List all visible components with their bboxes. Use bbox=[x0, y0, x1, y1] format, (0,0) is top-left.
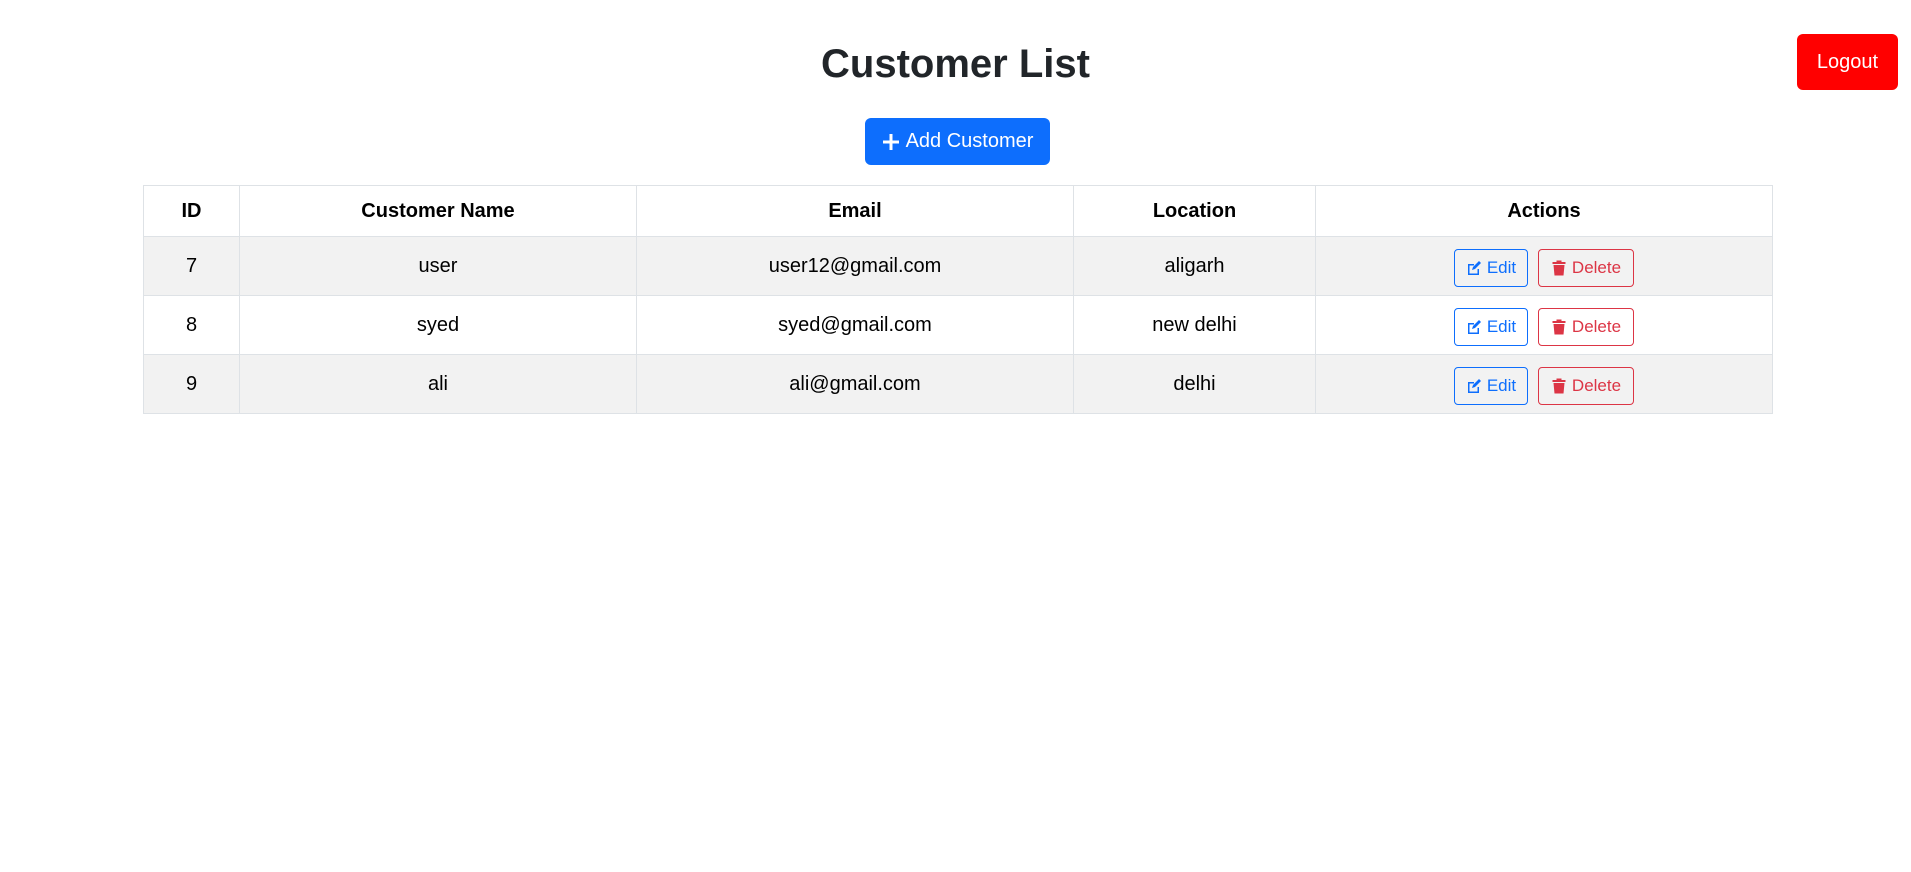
add-customer-button[interactable]: Add Customer bbox=[865, 118, 1050, 165]
delete-button[interactable]: Delete bbox=[1538, 249, 1634, 287]
column-header-id: ID bbox=[143, 185, 240, 237]
delete-label: Delete bbox=[1571, 376, 1622, 395]
column-header-actions: Actions bbox=[1315, 185, 1773, 237]
cell-location: aligarh bbox=[1073, 236, 1316, 296]
edit-button[interactable]: Edit bbox=[1454, 249, 1528, 287]
cell-actions: Edit Delete bbox=[1315, 354, 1773, 414]
edit-icon bbox=[1466, 378, 1482, 394]
cell-email: user12@gmail.com bbox=[636, 236, 1074, 296]
table-row: 9 ali ali@gmail.com delhi Edit Delete bbox=[143, 354, 1773, 414]
cell-email: ali@gmail.com bbox=[636, 354, 1074, 414]
table-header-row: ID Customer Name Email Location Actions bbox=[143, 185, 1773, 237]
delete-label: Delete bbox=[1571, 317, 1622, 336]
trash-icon bbox=[1551, 378, 1567, 394]
page-title: Customer List bbox=[821, 42, 1090, 86]
edit-button[interactable]: Edit bbox=[1454, 367, 1528, 405]
cell-customer-name: syed bbox=[239, 295, 637, 355]
cell-id: 9 bbox=[143, 354, 240, 414]
edit-button[interactable]: Edit bbox=[1454, 308, 1528, 346]
customer-table: ID Customer Name Email Location Actions … bbox=[143, 185, 1773, 414]
edit-label: Edit bbox=[1486, 376, 1517, 395]
column-header-customer-name: Customer Name bbox=[239, 185, 637, 237]
add-customer-label: Add Customer bbox=[905, 130, 1034, 152]
edit-icon bbox=[1466, 319, 1482, 335]
edit-label: Edit bbox=[1486, 258, 1517, 277]
page: Logout Customer List Add Customer ID Cus bbox=[0, 0, 1911, 872]
trash-icon bbox=[1551, 319, 1567, 335]
cell-id: 7 bbox=[143, 236, 240, 296]
cell-customer-name: user bbox=[239, 236, 637, 296]
column-header-location: Location bbox=[1073, 185, 1316, 237]
table-row: 7 user user12@gmail.com aligarh Edit Del… bbox=[143, 236, 1773, 296]
delete-button[interactable]: Delete bbox=[1538, 308, 1634, 346]
plus-icon bbox=[882, 133, 900, 151]
cell-email: syed@gmail.com bbox=[636, 295, 1074, 355]
cell-location: delhi bbox=[1073, 354, 1316, 414]
delete-button[interactable]: Delete bbox=[1538, 367, 1634, 405]
cell-actions: Edit Delete bbox=[1315, 295, 1773, 355]
trash-icon bbox=[1551, 260, 1567, 276]
customer-table-container: ID Customer Name Email Location Actions … bbox=[143, 185, 1773, 414]
table-row: 8 syed syed@gmail.com new delhi Edit Del… bbox=[143, 295, 1773, 355]
edit-icon bbox=[1466, 260, 1482, 276]
cell-location: new delhi bbox=[1073, 295, 1316, 355]
cell-id: 8 bbox=[143, 295, 240, 355]
edit-label: Edit bbox=[1486, 317, 1517, 336]
column-header-email: Email bbox=[636, 185, 1074, 237]
cell-actions: Edit Delete bbox=[1315, 236, 1773, 296]
delete-label: Delete bbox=[1571, 258, 1622, 277]
cell-customer-name: ali bbox=[239, 354, 637, 414]
